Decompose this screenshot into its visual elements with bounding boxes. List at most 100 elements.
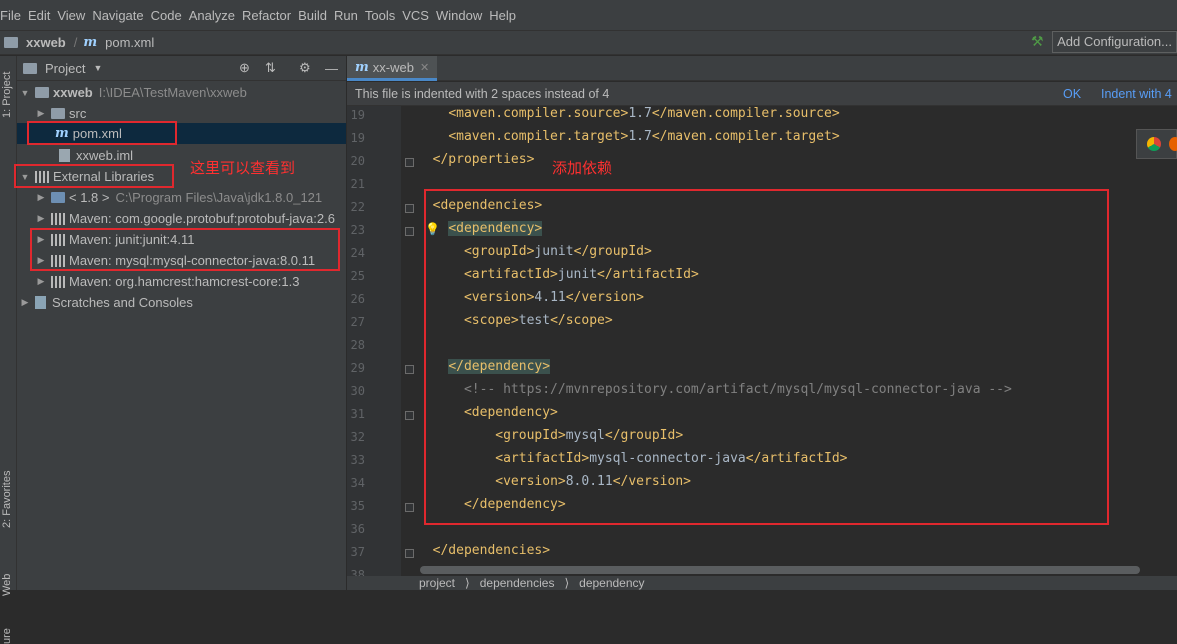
open-in-browser-popup [1136,129,1177,159]
line-number: 35 [350,499,365,513]
line-number: 20 [350,154,365,168]
collapsed-arrow-icon[interactable]: ▶ [19,297,31,308]
annotation-see-here: 这里可以查看到 [190,160,296,177]
code-line: </dependencies> [432,543,551,558]
close-icon[interactable]: ✕ [420,61,429,74]
line-number: 22 [350,200,365,214]
line-number: 32 [350,430,365,444]
crosshair-icon[interactable]: ⊕ [239,60,250,76]
tab-web-tool[interactable]: Web [1,574,13,596]
banner-indent-link[interactable]: Indent with 4 [1101,87,1172,101]
collapsed-arrow-icon[interactable]: ▶ [35,276,47,287]
menu-tools[interactable]: Tools [365,8,402,23]
line-number: 31 [350,407,365,421]
collapsed-arrow-icon[interactable]: ▶ [35,213,47,224]
line-number: 23 [350,223,365,237]
editor-tab-bar: m xx-web ✕ [347,56,1177,81]
tree-item-xxweb-iml[interactable]: xxweb.iml [17,145,346,166]
tree-item-label: < 1.8 > [69,190,110,205]
line-number: 36 [350,522,365,536]
add-configuration-button[interactable]: Add Configuration... [1052,31,1177,53]
collapsed-arrow-icon[interactable]: ▶ [35,192,47,203]
menu-code[interactable]: Code [151,8,189,23]
folder-icon [51,108,65,119]
breadcrumb-project-label: xxweb [26,35,66,50]
highlight-box-pom [27,121,177,145]
firefox-icon[interactable] [1169,137,1177,151]
tab-structure-tool[interactable]: ure [1,628,13,644]
path-dependency[interactable]: dependency [579,576,644,590]
path-separator: ⟩ [564,576,570,590]
menu-refactor[interactable]: Refactor [242,8,298,23]
line-number: 37 [350,545,365,559]
tab-favorites-tool[interactable]: 2: Favorites [1,471,13,528]
line-number: 29 [350,361,365,375]
tree-item-scratches[interactable]: ▶ Scratches and Consoles [17,292,346,313]
chevron-down-icon[interactable]: ▼ [93,63,102,73]
tree-item-jdk[interactable]: ▶ < 1.8 > C:\Program Files\Java\jdk1.8.0… [17,187,346,208]
project-view-icon [23,62,37,74]
iml-file-icon [59,149,70,162]
line-number: 28 [350,338,365,352]
collapsed-arrow-icon[interactable]: ▶ [35,108,47,119]
scratches-icon [35,296,46,309]
project-panel-title[interactable]: Project [45,61,85,76]
path-project[interactable]: project [419,576,455,590]
line-number: 27 [350,315,365,329]
menu-window[interactable]: Window [436,8,489,23]
chrome-icon[interactable] [1147,137,1161,151]
menu-run[interactable]: Run [334,8,365,23]
banner-message: This file is indented with 2 spaces inst… [355,86,610,101]
maven-file-icon: m [83,35,98,50]
line-number: 26 [350,292,365,306]
tree-item-xxweb[interactable]: ▼ xxweb I:\IDEA\TestMaven\xxweb [17,82,346,103]
xml-path-breadcrumb: project ⟩ dependencies ⟩ dependency [347,576,1177,590]
line-number: 34 [350,476,365,490]
breadcrumb-file[interactable]: m pom.xml [83,35,154,50]
menu-file[interactable]: File [0,8,28,23]
path-dependencies[interactable]: dependencies [480,576,555,590]
hide-panel-icon[interactable]: — [325,61,338,76]
banner-ok-link[interactable]: OK [1063,87,1081,101]
tree-item-label: xxweb.iml [76,148,134,163]
tab-label: xx-web [372,59,414,75]
tree-item-protobuf[interactable]: ▶ Maven: com.google.protobuf:protobuf-ja… [17,208,346,229]
line-number: 30 [350,384,365,398]
tab-xx-web[interactable]: m xx-web ✕ [347,56,438,81]
tab-project-tool[interactable]: 1: Project [1,72,13,118]
jdk-folder-icon [51,192,65,203]
tree-item-label: xxweb [53,85,93,100]
line-number: 33 [350,453,365,467]
tree-item-label: src [69,106,87,121]
indent-notification-banner: This file is indented with 2 spaces inst… [347,82,1177,106]
line-number: 19 [350,108,365,122]
menu-build[interactable]: Build [298,8,334,23]
menu-view[interactable]: View [57,8,92,23]
build-hammer-icon[interactable]: ⚒ [1031,33,1047,49]
menu-help[interactable]: Help [489,8,523,23]
gear-icon[interactable]: ⚙ [299,60,311,76]
breadcrumb-separator: / [73,35,78,50]
navigation-bar: xxweb / m pom.xml [0,30,1177,55]
collapse-all-icon[interactable]: ⇅ [265,60,276,76]
line-number: 21 [350,177,365,191]
horizontal-scrollbar[interactable] [420,566,1140,574]
code-line: </properties> [432,152,535,167]
editor-gutter: 19 19 20 21 22 23 24 25 26 27 28 29 30 31 32 33 34 35 36 37… [347,106,414,590]
menu-vcs[interactable]: VCS [402,8,436,23]
breadcrumb-file-label: pom.xml [105,35,155,50]
breadcrumb-project[interactable]: xxweb [4,35,66,50]
expanded-arrow-icon[interactable]: ▼ [19,88,31,98]
tree-item-label: Scratches and Consoles [52,295,193,310]
menu-analyze[interactable]: Analyze [189,8,242,23]
tree-item-label: Maven: org.hamcrest:hamcrest-core:1.3 [69,274,300,289]
tree-item-path: C:\Program Files\Java\jdk1.8.0_121 [115,190,323,205]
tree-item-hamcrest[interactable]: ▶ Maven: org.hamcrest:hamcrest-core:1.3 [17,271,346,292]
folder-icon [4,37,18,48]
path-separator: ⟩ [465,576,470,590]
module-folder-icon [35,87,49,98]
project-panel-header: Project ▼ ⊕ ⇅ ⚙ — [17,56,346,81]
highlight-box-external-libraries [14,164,174,188]
menu-navigate[interactable]: Navigate [92,8,150,23]
menu-edit[interactable]: Edit [28,8,57,23]
